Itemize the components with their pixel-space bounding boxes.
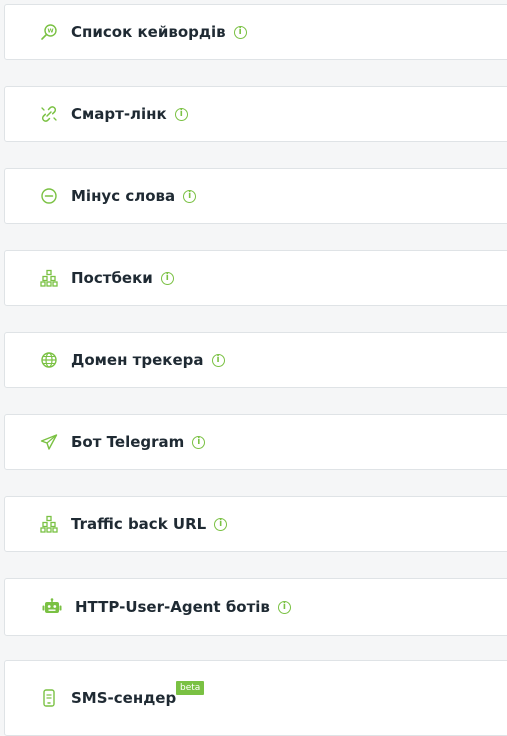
info-icon[interactable]: i — [233, 25, 247, 39]
setting-keywords-list[interactable]: W Список кейвордів i — [4, 4, 507, 60]
smart-link-icon — [39, 104, 59, 124]
info-icon[interactable]: i — [211, 353, 225, 367]
keyword-search-icon: W — [39, 22, 59, 42]
info-icon[interactable]: i — [277, 600, 291, 614]
minus-circle-icon — [39, 186, 59, 206]
setting-label: Traffic back URL — [71, 515, 207, 533]
network-hierarchy-icon — [39, 514, 59, 534]
info-icon[interactable]: i — [214, 517, 228, 531]
telegram-paper-plane-icon — [39, 432, 59, 452]
setting-label: Домен трекера — [71, 351, 204, 369]
setting-smart-link[interactable]: Смарт-лінк i — [4, 86, 507, 142]
svg-text:W: W — [47, 29, 53, 35]
setting-label: HTTP-User-Agent ботів — [75, 598, 270, 616]
beta-badge: beta — [176, 681, 205, 695]
setting-label: Постбеки — [71, 269, 153, 287]
info-icon[interactable]: i — [174, 107, 188, 121]
setting-label: Смарт-лінк — [71, 105, 167, 123]
mobile-phone-icon — [39, 688, 59, 708]
info-icon[interactable]: i — [192, 435, 206, 449]
info-icon[interactable]: i — [183, 189, 197, 203]
setting-label: SMS-сендер — [71, 689, 177, 707]
setting-label: Бот Telegram — [71, 433, 185, 451]
setting-sms-sender[interactable]: SMS-сендер beta — [4, 660, 507, 736]
network-hierarchy-icon — [39, 268, 59, 288]
setting-minus-words[interactable]: Мінус слова i — [4, 168, 507, 224]
info-icon[interactable]: i — [160, 271, 174, 285]
setting-telegram-bot[interactable]: Бот Telegram i — [4, 414, 507, 470]
setting-tracker-domain[interactable]: Домен трекера i — [4, 332, 507, 388]
setting-label: Мінус слова — [71, 187, 176, 205]
settings-list: W Список кейвордів i Смарт-лінк i Мінус … — [0, 0, 507, 736]
globe-icon — [39, 350, 59, 370]
setting-http-user-agent-bots[interactable]: HTTP-User-Agent ботів i — [4, 578, 507, 636]
setting-traffic-back-url[interactable]: Traffic back URL i — [4, 496, 507, 552]
setting-label: Список кейвордів — [71, 23, 226, 41]
robot-icon — [41, 597, 63, 617]
setting-postbacks[interactable]: Постбеки i — [4, 250, 507, 306]
